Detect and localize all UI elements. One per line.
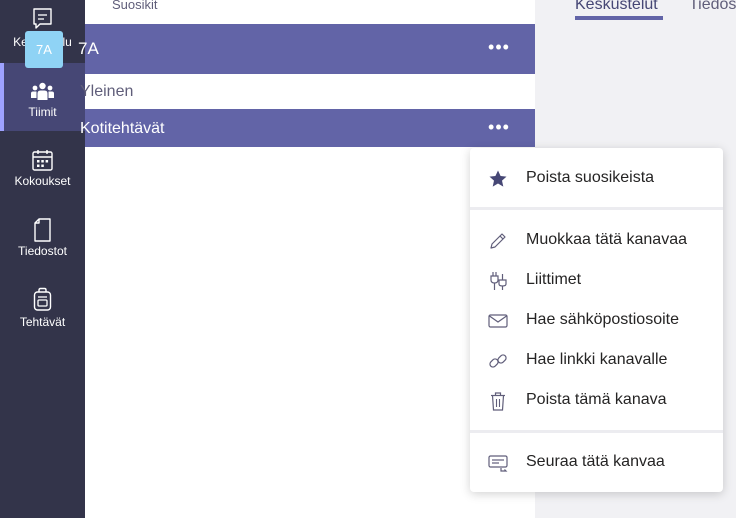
backpack-icon: [33, 287, 52, 311]
team-more-options-icon[interactable]: •••: [484, 38, 514, 61]
rail-item-meetings[interactable]: Kokoukset: [0, 131, 85, 199]
channel-more-options-icon[interactable]: •••: [484, 118, 514, 141]
menu-item-get-link[interactable]: Hae linkki kanavalle: [470, 341, 723, 381]
menu-label-remove-favorite: Poista suosikeista: [526, 169, 655, 186]
teams-list: Suosikit: [85, 0, 535, 518]
team-row-7a[interactable]: [85, 24, 535, 74]
mail-icon: [488, 314, 508, 328]
menu-item-connectors[interactable]: Liittimet: [470, 261, 723, 301]
teams-icon: [31, 82, 54, 100]
menu-label-get-link: Hae linkki kanavalle: [526, 351, 668, 368]
menu-item-remove-favorite[interactable]: Poista suosikeista: [470, 159, 723, 199]
tab-conversations[interactable]: Keskustelut: [575, 0, 658, 14]
connectors-icon: [490, 272, 507, 290]
menu-item-get-email[interactable]: Hae sähköpostiosoite: [470, 301, 723, 341]
app-rail: Keskustelu Tiimit Kokoukset: [0, 0, 85, 518]
rail-label-assignments: Tehtävät: [19, 315, 66, 329]
trash-icon: [491, 392, 505, 411]
link-icon: [489, 354, 507, 368]
menu-divider: [470, 207, 723, 210]
menu-label-edit-channel: Muokkaa tätä kanavaa: [526, 231, 687, 248]
tab-files[interactable]: Tiedos: [689, 0, 736, 14]
channel-context-menu: Poista suosikeista Muokkaa tätä kanavaa …: [470, 148, 723, 492]
rail-label-files: Tiedostot: [18, 244, 67, 258]
rail-label-meetings: Kokoukset: [14, 174, 71, 188]
menu-label-delete-channel: Poista tämä kanava: [526, 391, 667, 408]
channel-item-homework[interactable]: Kotitehtävät: [80, 120, 165, 138]
rail-item-files[interactable]: Tiedostot: [0, 200, 85, 268]
star-icon: [489, 170, 507, 187]
menu-item-follow-channel[interactable]: Seuraa tätä kanvaa: [470, 443, 723, 483]
pencil-icon: [490, 233, 506, 249]
menu-label-follow-channel: Seuraa tätä kanvaa: [526, 453, 665, 470]
rail-item-teams[interactable]: Tiimit: [0, 63, 85, 131]
follow-icon: [488, 455, 508, 472]
tab-active-indicator: [575, 16, 663, 20]
menu-divider: [470, 430, 723, 433]
chat-icon: [33, 8, 52, 29]
calendar-icon: [32, 150, 53, 171]
menu-label-connectors: Liittimet: [526, 271, 582, 288]
rail-label-teams: Tiimit: [28, 105, 57, 119]
menu-item-edit-channel[interactable]: Muokkaa tätä kanavaa: [470, 221, 723, 261]
team-name[interactable]: 7A: [78, 39, 99, 59]
rail-item-assignments[interactable]: Tehtävät: [0, 270, 85, 338]
section-title-favorites: Suosikit: [112, 0, 158, 12]
menu-item-delete-channel[interactable]: Poista tämä kanava: [470, 381, 723, 421]
menu-label-get-email: Hae sähköpostiosoite: [526, 311, 679, 328]
team-avatar: 7A: [25, 31, 63, 68]
file-icon: [34, 218, 51, 242]
channel-item-general[interactable]: Yleinen: [80, 83, 133, 101]
